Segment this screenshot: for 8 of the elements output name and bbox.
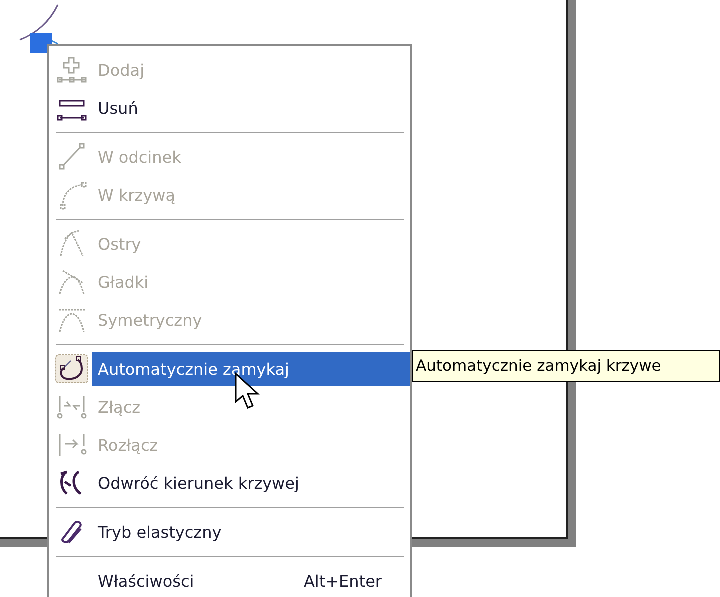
- menu-item[interactable]: Właściwości Alt+Enter: [92, 564, 410, 597]
- menu-item[interactable]: Tryb elastyczny: [92, 515, 410, 549]
- menu-item[interactable]: Usuń: [92, 91, 410, 125]
- closed-curve-icon: [55, 354, 89, 384]
- menu-item[interactable]: Automatycznie zamykaj: [92, 352, 410, 386]
- tooltip: Automatycznie zamykaj krzywe: [412, 350, 720, 382]
- menu-item[interactable]: Odwróć kierunek krzywej: [92, 466, 410, 500]
- plus-node-icon: [55, 55, 89, 85]
